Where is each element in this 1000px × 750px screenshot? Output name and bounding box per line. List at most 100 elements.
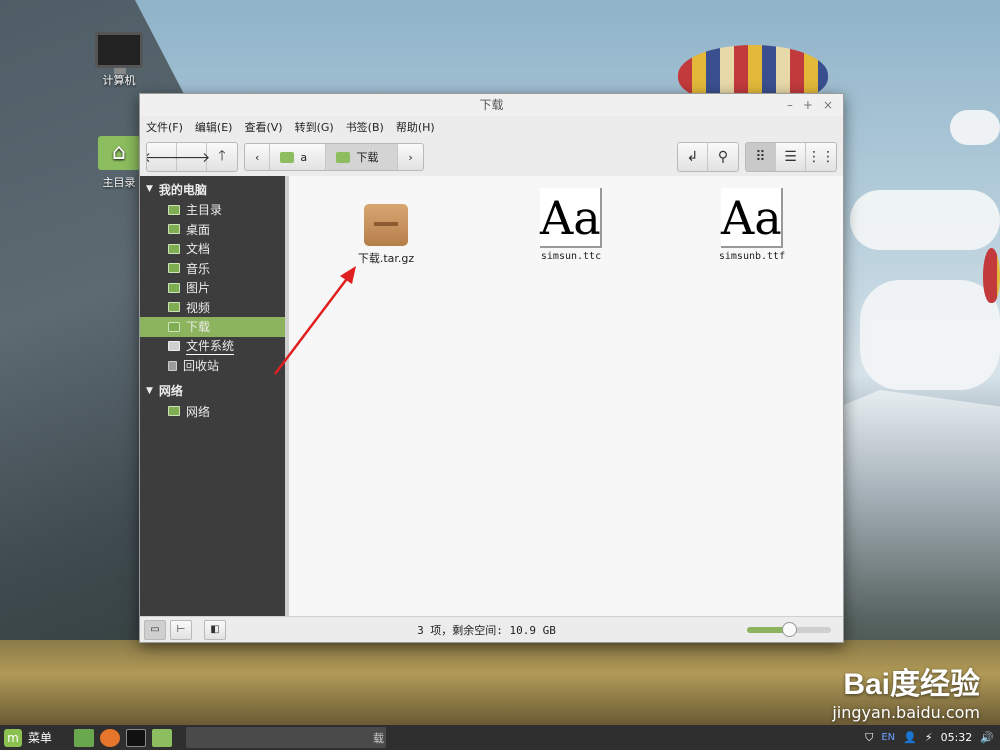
hide-sidebar-button[interactable]: ◧ [204,619,226,640]
icon-view-button[interactable]: ⠿ [746,143,776,171]
downloads-folder-icon [168,321,180,332]
desktop-folder-icon [168,224,180,235]
view-mode-buttons: ⠿ ☰ ⋮⋮ [745,142,837,172]
sidebar-item-downloads[interactable]: 下载 [140,317,285,337]
computer-icon [95,32,143,74]
file-name: simsun.ttc [540,251,602,262]
firefox-icon[interactable] [100,728,121,747]
hot-air-balloon [983,248,1000,303]
list-view-button[interactable]: ☰ [776,143,806,171]
folder-icon: ▭ [150,624,160,635]
sidebar-section-network[interactable]: ▼ 网络 [140,380,285,402]
up-button[interactable]: 🡑 [207,143,237,171]
wallpaper-cloud [950,110,1000,145]
menu-button[interactable]: 菜单 [28,729,52,746]
system-tray: ⛉ EN 👤 ⚡ 05:32 🔊 [865,731,1000,745]
file-item[interactable]: 下载.tar.gz [331,204,441,266]
terminal-icon[interactable] [126,728,147,747]
sidebar-item-network[interactable]: 网络 [140,402,285,422]
keyboard-layout-indicator[interactable]: EN [881,732,895,743]
home-folder-icon [280,151,295,163]
sidebar-item-label: 桌面 [186,222,211,237]
close-button[interactable]: × [823,94,833,116]
wallpaper-cloud [850,190,1000,250]
sidebar-item-music[interactable]: 音乐 [140,259,285,279]
forward-button[interactable]: 🡒 [173,143,210,171]
tree-icon: ⊢ [176,624,186,635]
mint-menu-icon[interactable]: m [4,728,22,747]
sidebar-item-label: 图片 [186,281,211,296]
font-file-icon: Aa [721,188,783,248]
files-icon[interactable] [152,728,173,747]
volume-icon[interactable]: 🔊 [980,731,994,744]
music-folder-icon [168,263,180,274]
file-manager-window: 下载 – + × 文件(F) 编辑(E) 查看(V) 转到(G) 书签(B) 帮… [139,93,844,643]
wallpaper-cloud [860,280,1000,390]
breadcrumb-forward-toggle[interactable]: › [398,144,422,170]
desktop-icon-computer[interactable]: 计算机 [89,32,149,88]
search-button[interactable]: ⚲ [708,143,738,171]
file-item[interactable]: Aa simsunb.ttf [697,188,807,262]
menu-go[interactable]: 转到(G) [295,119,334,135]
sidebar-section-my-computer[interactable]: ▼ 我的电脑 [140,178,285,200]
shield-icon[interactable]: ⛉ [865,731,873,745]
maximize-button[interactable]: + [803,94,813,116]
sidebar: ▼ 我的电脑 主目录 桌面 文档 音乐 图片 视频 下载 文件系统 回收站 ▼ … [140,176,285,616]
expand-triangle-icon: ▼ [146,385,153,396]
watermark-logo: Bai度经验 [843,668,980,701]
window-title: 下载 [479,98,504,112]
zoom-slider-handle[interactable] [782,621,797,637]
sidebar-item-trash[interactable]: 回收站 [140,356,285,376]
window-titlebar[interactable]: 下载 – + × [140,94,843,116]
breadcrumb-label: a [300,150,308,164]
sidebar-item-pictures[interactable]: 图片 [140,278,285,298]
compact-view-button[interactable]: ⋮⋮ [806,143,836,171]
baidu-watermark: Bai度经验 jingyan.baidu.com [832,659,980,722]
sidebar-item-label: 下载 [186,320,211,335]
toolbar: 🡐 🡒 🡑 ‹ a 下载 › ↲ ⚲ ⠿ ☰ ⋮⋮ [140,138,843,176]
sidebar-item-label: 音乐 [186,261,211,276]
show-tree-button[interactable]: ⊢ [170,619,192,640]
user-icon[interactable]: 👤 [903,731,917,744]
menu-help[interactable]: 帮助(H) [396,119,435,135]
menu-file[interactable]: 文件(F) [146,119,183,135]
breadcrumb-item-downloads[interactable]: 下载 [326,144,399,170]
sidebar-toggle-icon: ◧ [210,624,220,635]
file-view: 下载.tar.gz Aa simsun.ttc Aa simsunb.ttf [289,176,843,616]
network-status-icon[interactable]: ⚡ [925,731,933,744]
toggle-location-button[interactable]: ↲ [678,143,708,171]
file-item[interactable]: Aa simsun.ttc [516,188,626,262]
clock[interactable]: 05:32 [941,731,973,744]
sidebar-item-label: 文件系统 [186,339,235,356]
trash-icon [168,360,177,371]
show-desktop-icon[interactable] [74,728,95,747]
downloads-folder-icon [336,151,351,163]
menu-view[interactable]: 查看(V) [244,119,282,135]
enter-icon: ↲ [686,149,699,165]
show-places-button[interactable]: ▭ [144,619,166,640]
breadcrumb-item-a[interactable]: a [270,144,327,170]
documents-folder-icon [168,243,180,254]
sidebar-item-desktop[interactable]: 桌面 [140,220,285,240]
location-buttons: ↲ ⚲ [677,142,739,172]
drive-icon [168,341,180,352]
menu-bookmarks[interactable]: 书签(B) [346,119,384,135]
chevron-right-icon: › [408,150,413,164]
taskbar-window-entry[interactable]: 载 [186,727,387,748]
breadcrumb-back-toggle[interactable]: ‹ [245,144,271,170]
sidebar-item-label: 文档 [186,242,211,257]
sidebar-item-label: 视频 [186,300,211,315]
breadcrumb-label: 下载 [356,151,379,164]
folder-icon [168,204,180,215]
sidebar-item-documents[interactable]: 文档 [140,239,285,259]
zoom-slider[interactable] [747,621,831,637]
sidebar-item-videos[interactable]: 视频 [140,298,285,318]
menu-edit[interactable]: 编辑(E) [195,119,233,135]
statusbar: ▭ ⊢ ◧ 3 项，剩余空间: 10.9 GB [140,616,843,642]
minimize-button[interactable]: – [787,94,793,116]
videos-folder-icon [168,302,180,313]
sidebar-item-home[interactable]: 主目录 [140,200,285,220]
sidebar-item-label: 回收站 [183,359,220,374]
nav-buttons: 🡐 🡒 🡑 [146,142,238,172]
sidebar-item-filesystem[interactable]: 文件系统 [140,337,285,357]
